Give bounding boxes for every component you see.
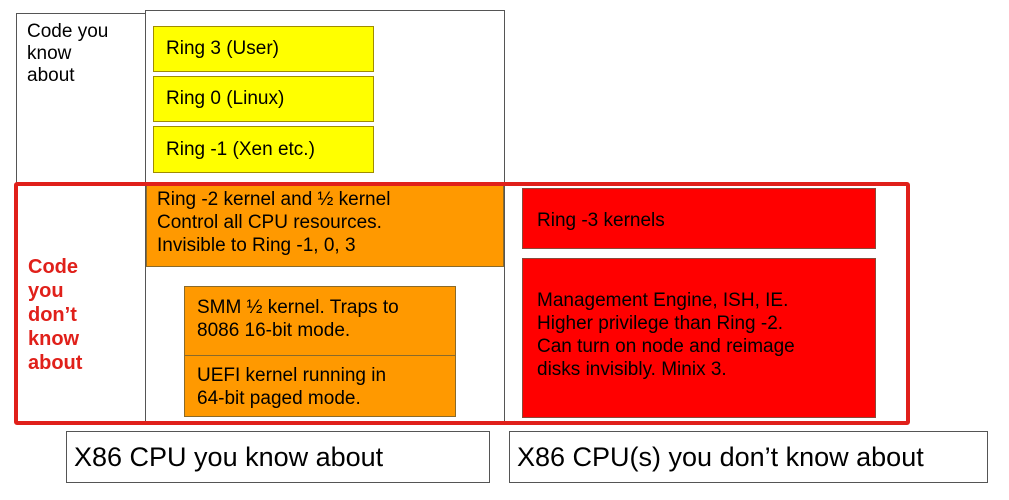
- code-you-know-label: Code you know about: [16, 13, 146, 183]
- label-line: about: [27, 65, 75, 86]
- label-line: about: [28, 352, 83, 374]
- ring-3-label: Ring 3 (User): [166, 38, 279, 59]
- ring-0-box: Ring 0 (Linux): [153, 76, 374, 122]
- unknown-cpu-caption: X86 CPU(s) you don’t know about: [509, 431, 988, 483]
- unknown-code-frame: [14, 182, 910, 425]
- known-cpu-caption-text: X86 CPU you know about: [74, 441, 384, 472]
- known-cpu-caption: X86 CPU you know about: [66, 431, 490, 483]
- label-line: know: [28, 328, 80, 350]
- ring-3-box: Ring 3 (User): [153, 26, 374, 72]
- code-you-dont-know-label: Code you don’t know about: [28, 255, 118, 375]
- label-line: Code you: [27, 21, 109, 42]
- unknown-cpu-caption-text: X86 CPU(s) you don’t know about: [517, 441, 924, 472]
- ring-minus-1-label: Ring -1 (Xen etc.): [166, 138, 315, 160]
- ring-0-label: Ring 0 (Linux): [166, 88, 285, 109]
- label-line: Code: [28, 256, 78, 278]
- ring-minus-1-box: Ring -1 (Xen etc.): [153, 126, 374, 173]
- label-line: know: [27, 43, 72, 64]
- label-line: don’t: [28, 304, 77, 326]
- label-line: you: [28, 280, 64, 302]
